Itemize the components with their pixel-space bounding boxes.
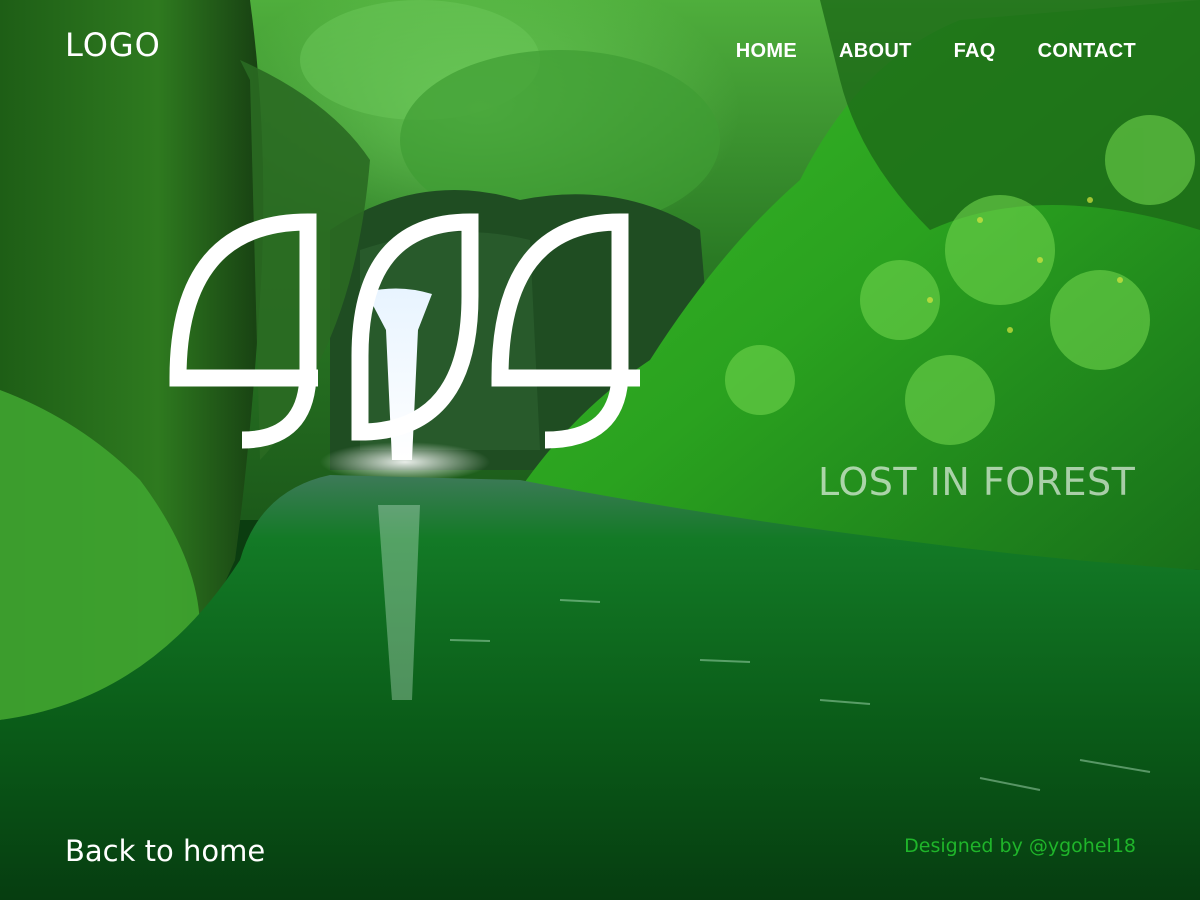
back-to-home-link[interactable]: Back to home: [65, 834, 265, 868]
nav-about-link[interactable]: ABOUT: [839, 40, 912, 63]
nav-home-link[interactable]: HOME: [736, 40, 797, 63]
logo[interactable]: LOGO: [65, 26, 161, 64]
forest-background-image: [0, 0, 1200, 900]
main-nav: HOME ABOUT FAQ CONTACT: [736, 40, 1136, 63]
nav-contact-link[interactable]: CONTACT: [1038, 40, 1136, 63]
nav-faq-link[interactable]: FAQ: [954, 40, 996, 63]
tagline: LOST IN FOREST: [818, 460, 1136, 504]
designer-credit[interactable]: Designed by @ygohel18: [904, 835, 1136, 857]
